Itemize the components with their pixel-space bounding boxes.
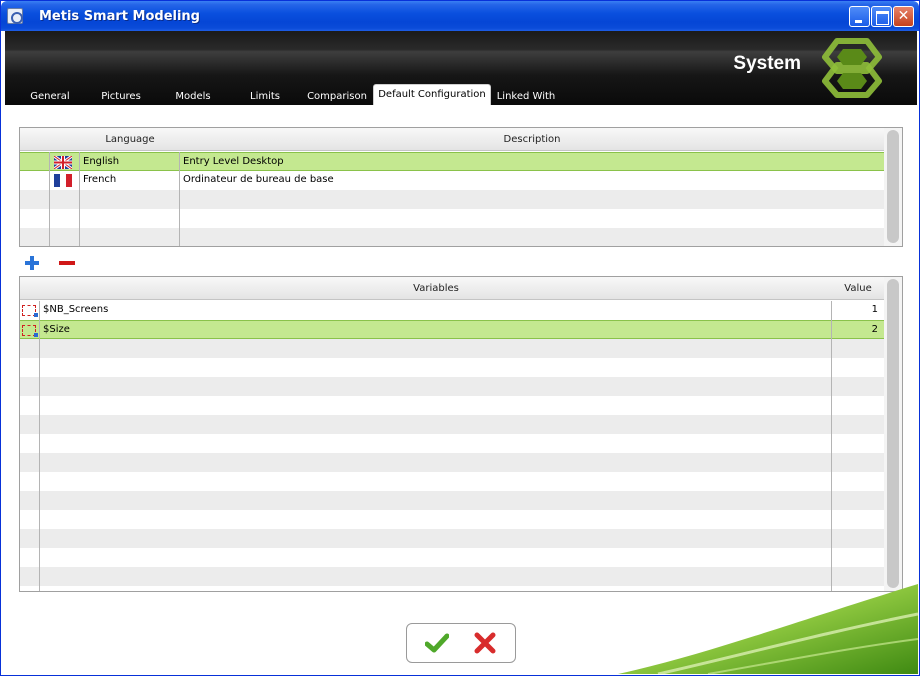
close-button[interactable]: ✕ (893, 6, 914, 27)
tab-limits[interactable]: Limits (247, 89, 283, 105)
action-button-group (406, 623, 516, 663)
empty-row (20, 339, 884, 358)
empty-row (20, 415, 884, 434)
empty-row (20, 228, 884, 246)
variable-row-nb-screens[interactable]: $NB_Screens 1 (20, 301, 884, 320)
language-row-french[interactable]: French Ordinateur de bureau de base (20, 171, 884, 190)
column-divider (49, 152, 50, 246)
empty-row (20, 434, 884, 453)
maximize-button[interactable] (871, 6, 892, 27)
empty-row (20, 472, 884, 491)
page-title: System (733, 53, 801, 74)
close-icon: ✕ (897, 8, 910, 24)
checkmark-icon[interactable] (425, 632, 449, 654)
empty-row (20, 548, 884, 567)
empty-row (20, 209, 884, 228)
variables-grid-header: Variables Value (20, 277, 886, 300)
plus-icon[interactable] (25, 256, 39, 270)
variable-icon (22, 325, 38, 337)
description-column-header[interactable]: Description (180, 128, 884, 151)
description-cell[interactable]: Ordinateur de bureau de base (180, 171, 884, 190)
tab-linked-with[interactable]: Linked With (495, 89, 557, 105)
metis-logo-icon (822, 38, 882, 98)
empty-row (20, 396, 884, 415)
value-column-header[interactable]: Value (832, 277, 884, 300)
column-divider (39, 301, 40, 591)
empty-row (20, 377, 884, 396)
scrollbar-thumb[interactable] (887, 279, 899, 588)
language-cell: French (83, 174, 117, 185)
tab-models[interactable]: Models (173, 89, 213, 105)
variables-grid: Variables Value $NB_Screens 1 $Size 2 (19, 276, 903, 592)
window-title: Metis Smart Modeling (39, 9, 200, 24)
variables-column-header[interactable]: Variables (40, 277, 832, 300)
language-column-header[interactable]: Language (80, 128, 180, 151)
title-bar[interactable]: Metis Smart Modeling ✕ (1, 1, 919, 31)
language-cell: English (83, 156, 120, 167)
app-icon[interactable] (7, 8, 23, 24)
uk-flag-icon (54, 156, 72, 169)
tab-general[interactable]: General (27, 89, 73, 105)
variables-scrollbar[interactable] (884, 277, 902, 591)
empty-row (20, 190, 884, 209)
french-flag-icon (54, 174, 72, 187)
language-row-english[interactable]: English Entry Level Desktop (20, 152, 884, 171)
header-band: System General Pictures Models Limits Co… (5, 31, 917, 105)
column-divider (179, 152, 180, 246)
tab-default-configuration[interactable]: Default Configuration (373, 84, 491, 105)
language-grid-header: Language Description (20, 128, 886, 151)
column-divider (831, 301, 832, 591)
green-swoosh-decoration (618, 584, 918, 674)
scrollbar-thumb[interactable] (887, 130, 899, 243)
empty-row (20, 510, 884, 529)
empty-row (20, 358, 884, 377)
app-window: Metis Smart Modeling ✕ System General Pi… (0, 0, 920, 676)
language-scrollbar[interactable] (884, 128, 902, 246)
column-divider (79, 152, 80, 246)
minus-icon[interactable] (59, 261, 75, 265)
empty-row (20, 453, 884, 472)
tab-comparison[interactable]: Comparison (305, 89, 369, 105)
language-grid: Language Description English Entry Level… (19, 127, 903, 247)
variable-name-cell: $NB_Screens (43, 304, 109, 315)
variable-icon (22, 305, 38, 317)
variable-name-cell: $Size (43, 324, 70, 335)
empty-row (20, 491, 884, 510)
description-cell[interactable]: Entry Level Desktop (180, 153, 884, 172)
tab-pictures[interactable]: Pictures (97, 89, 145, 105)
variable-value-cell[interactable]: 1 (832, 301, 884, 320)
minimize-button[interactable] (849, 6, 870, 27)
variable-row-size[interactable]: $Size 2 (20, 320, 884, 339)
empty-row (20, 529, 884, 548)
variable-value-cell[interactable]: 2 (832, 321, 884, 340)
red-x-icon[interactable] (473, 632, 497, 654)
